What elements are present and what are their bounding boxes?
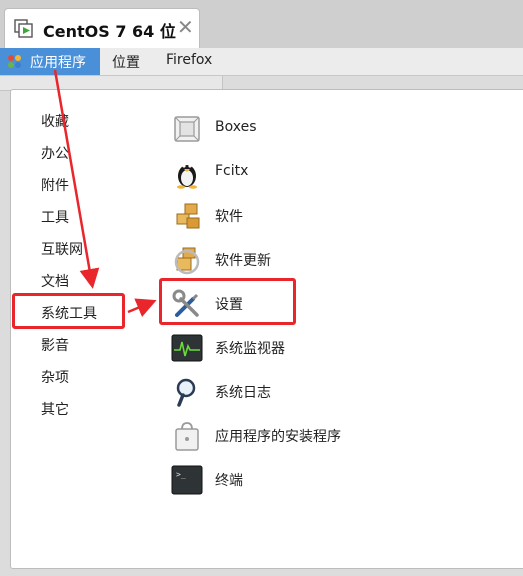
- category-accessories[interactable]: 附件: [41, 175, 69, 197]
- vm-icon: [14, 19, 33, 38]
- category-other[interactable]: 其它: [41, 399, 69, 421]
- annotation-box-settings: [159, 278, 296, 325]
- system-log-icon: [176, 378, 196, 407]
- app-system-monitor[interactable]: 系统监视器: [171, 330, 471, 366]
- category-internet[interactable]: 互联网: [41, 239, 83, 261]
- svg-text:>_: >_: [176, 470, 186, 479]
- app-software[interactable]: 软件: [171, 198, 471, 234]
- app-label: 系统日志: [215, 385, 271, 401]
- app-label: Boxes: [215, 119, 257, 135]
- terminal-icon: >_: [171, 465, 203, 495]
- top-panel: 应用程序 位置 Firefox: [0, 48, 523, 76]
- applications-menu: 收藏 办公 附件 工具 互联网 文档 系统工具 影音 杂项 其它 Boxes F…: [10, 89, 523, 569]
- app-terminal[interactable]: >_ 终端: [171, 462, 471, 498]
- app-software-update[interactable]: 软件更新: [171, 242, 471, 278]
- vm-tab[interactable]: CentOS 7 64 位 ✕: [4, 8, 200, 48]
- boxes-icon: [174, 116, 200, 142]
- category-tools[interactable]: 工具: [41, 207, 69, 229]
- app-label: 系统监视器: [215, 341, 285, 357]
- app-boxes[interactable]: Boxes: [171, 111, 471, 147]
- category-favorites[interactable]: 收藏: [41, 111, 69, 133]
- app-fcitx[interactable]: Fcitx: [171, 155, 471, 191]
- gnome-foot-icon: [8, 55, 21, 68]
- software-update-icon: [174, 247, 200, 275]
- app-label: Fcitx: [215, 163, 249, 179]
- app-installer[interactable]: 应用程序的安装程序: [171, 418, 471, 454]
- app-installer-icon: [175, 422, 199, 451]
- category-media[interactable]: 影音: [41, 335, 69, 357]
- category-office[interactable]: 办公: [41, 143, 69, 165]
- software-icon: [176, 203, 200, 229]
- system-monitor-icon: [171, 334, 203, 362]
- app-label: 终端: [215, 473, 243, 489]
- applications-menu-button[interactable]: 应用程序: [0, 48, 100, 75]
- app-label: 软件更新: [215, 253, 271, 269]
- applications-label: 应用程序: [30, 55, 86, 71]
- tab-title: CentOS 7 64 位: [43, 22, 176, 41]
- category-misc[interactable]: 杂项: [41, 367, 69, 389]
- penguin-icon: [177, 164, 197, 189]
- places-menu[interactable]: 位置: [112, 52, 140, 72]
- tab-bar: CentOS 7 64 位 ✕: [0, 0, 523, 48]
- firefox-launcher[interactable]: Firefox: [166, 52, 212, 68]
- close-icon[interactable]: ✕: [177, 16, 194, 38]
- app-label: 软件: [215, 209, 243, 225]
- app-label: 应用程序的安装程序: [215, 429, 341, 445]
- annotation-box-system-tools: [12, 293, 125, 329]
- category-documents[interactable]: 文档: [41, 271, 69, 293]
- app-system-log[interactable]: 系统日志: [171, 374, 471, 410]
